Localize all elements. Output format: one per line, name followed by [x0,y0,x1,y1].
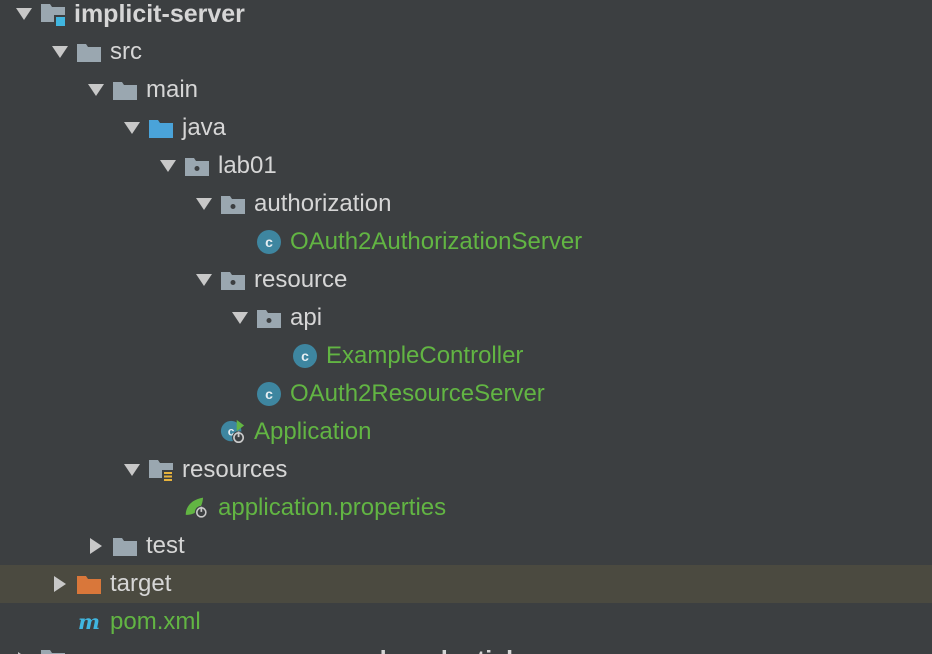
project-tree: implicit-server src main java lab01 authoriza… [0,0,932,654]
expand-arrow-icon[interactable] [12,648,36,654]
tree-item-label: OAuth2AuthorizationServer [290,228,583,255]
java-class-icon: c [256,382,282,406]
svg-text:m: m [78,609,100,634]
module-folder-icon [40,648,66,654]
tree-item-label: src [110,38,142,65]
tree-item[interactable]: m pom.xml [0,603,932,641]
collapse-arrow-icon[interactable] [84,78,108,102]
tree-item[interactable]: resources [0,451,932,489]
tree-item-label: java [182,114,227,141]
java-class-icon: c [256,230,282,254]
folder-icon [76,40,102,64]
java-class-icon: c [292,344,318,368]
tree-item[interactable]: src [0,33,932,71]
tree-item-label: test [146,532,185,559]
tree-item-label: pom.xml [110,608,201,635]
collapse-arrow-icon[interactable] [228,306,252,330]
collapse-arrow-icon[interactable] [48,40,72,64]
tree-item[interactable]: api [0,299,932,337]
source-folder-icon [148,116,174,140]
expand-arrow-icon[interactable] [48,572,72,596]
tree-item[interactable]: resource-owner-password-credentials-serv… [0,641,932,654]
resources-folder-icon [148,458,174,482]
expand-arrow-icon[interactable] [84,534,108,558]
tree-item-label: implicit-server [74,0,245,28]
tree-item[interactable]: c Application [0,413,932,451]
collapse-arrow-icon[interactable] [156,154,180,178]
tree-item[interactable]: resource [0,261,932,299]
tree-item[interactable]: authorization [0,185,932,223]
package-icon [220,268,246,292]
collapse-arrow-icon[interactable] [12,2,36,26]
tree-item-label: OAuth2ResourceServer [290,380,545,407]
tree-item-label: resources [182,456,288,483]
collapse-arrow-icon[interactable] [192,192,216,216]
tree-item[interactable]: implicit-server [0,0,932,33]
svg-text:c: c [265,386,273,402]
tree-item[interactable]: main [0,71,932,109]
collapse-arrow-icon[interactable] [120,116,144,140]
spring-boot-class-icon: c [220,419,246,445]
maven-icon: m [76,609,102,634]
svg-text:c: c [265,234,273,250]
spring-properties-icon [184,496,210,520]
excluded-folder-icon [76,572,102,596]
tree-item[interactable]: lab01 [0,147,932,185]
package-icon [256,306,282,330]
package-icon [220,192,246,216]
module-folder-icon [40,2,66,26]
tree-item-label: resource [254,266,348,293]
tree-item[interactable]: target [0,565,932,603]
collapse-arrow-icon[interactable] [192,268,216,292]
tree-item-label: Application [254,418,372,445]
tree-item-label: main [146,76,199,103]
tree-item[interactable]: test [0,527,932,565]
tree-item-label: lab01 [218,152,277,179]
svg-text:c: c [301,348,309,364]
tree-item[interactable]: c OAuth2ResourceServer [0,375,932,413]
tree-item[interactable]: c ExampleController [0,337,932,375]
folder-icon [112,78,138,102]
tree-item-label: application.properties [218,494,447,521]
tree-item-label: resource-owner-password-credentials-serv… [74,641,610,654]
tree-item[interactable]: java [0,109,932,147]
tree-item-label: target [110,570,172,597]
tree-item[interactable]: application.properties [0,489,932,527]
collapse-arrow-icon[interactable] [120,458,144,482]
tree-item-label: authorization [254,190,392,217]
tree-item-label: api [290,304,323,331]
package-icon [184,154,210,178]
folder-icon [112,534,138,558]
tree-item[interactable]: c OAuth2AuthorizationServer [0,223,932,261]
tree-item-label: ExampleController [326,342,524,369]
